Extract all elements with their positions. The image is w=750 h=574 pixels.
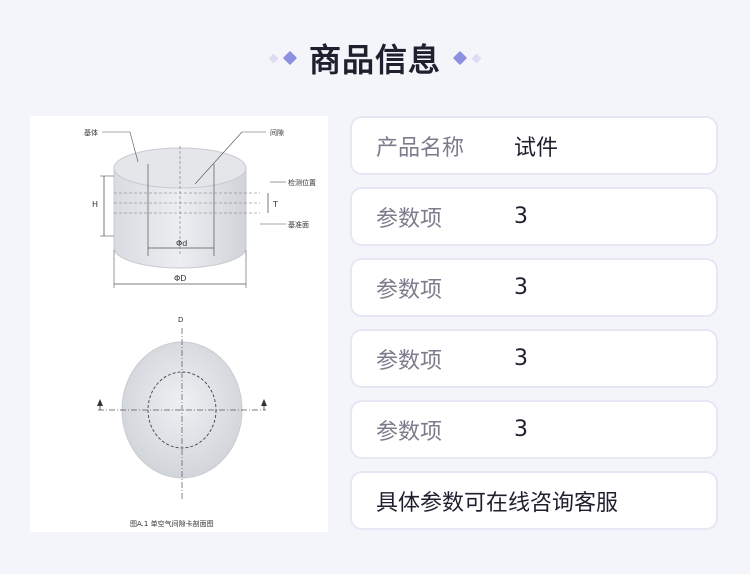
left-diamond-icon [268,50,298,66]
spec-label: 参数项 [376,348,443,374]
spec-value: 3 [514,417,528,442]
spec-row: 参数项 3 [350,187,718,246]
spec-label: 产品名称 [376,135,465,161]
spec-row-product-name: 产品名称 试件 [350,116,718,175]
reference-plane-label: 基准面 [288,220,309,229]
gap-label: 间隙 [270,128,284,137]
d-mark-label: D [178,316,183,324]
spec-value: 3 [514,346,528,371]
consult-note: 具体参数可在线咨询客服 [350,471,718,530]
spec-row: 参数项 3 [350,400,718,459]
spec-value: 试件 [514,135,559,161]
detect-position-label: 检测位置 [288,178,316,187]
spec-label: 参数项 [376,277,443,303]
figure-caption: 图A.1 单空气间隙卡剖面图 [130,519,214,528]
spec-value: 3 [514,204,528,229]
spec-value: 3 [514,275,528,300]
section-header: 商品信息 [0,30,750,86]
inner-diameter-label: Φd [176,239,187,248]
spec-list: 产品名称 试件 参数项 3 参数项 3 参数项 3 参数项 3 具体参数可在线咨… [350,116,718,542]
height-label: H [92,200,98,209]
page-title: 商品信息 [308,41,441,79]
spec-row: 参数项 3 [350,329,718,388]
spec-row: 参数项 3 [350,258,718,317]
base-label: 基体 [84,128,98,137]
outer-diameter-label: ΦD [174,274,186,283]
thickness-label: T [272,200,278,209]
product-diagram: H T Φd ΦD 基体 间隙 检测位置 基准面 D 图A.1 单空气间隙卡剖面… [30,116,328,532]
right-diamond-icon [452,50,482,66]
spec-label: 参数项 [376,419,443,445]
spec-label: 参数项 [376,206,443,232]
